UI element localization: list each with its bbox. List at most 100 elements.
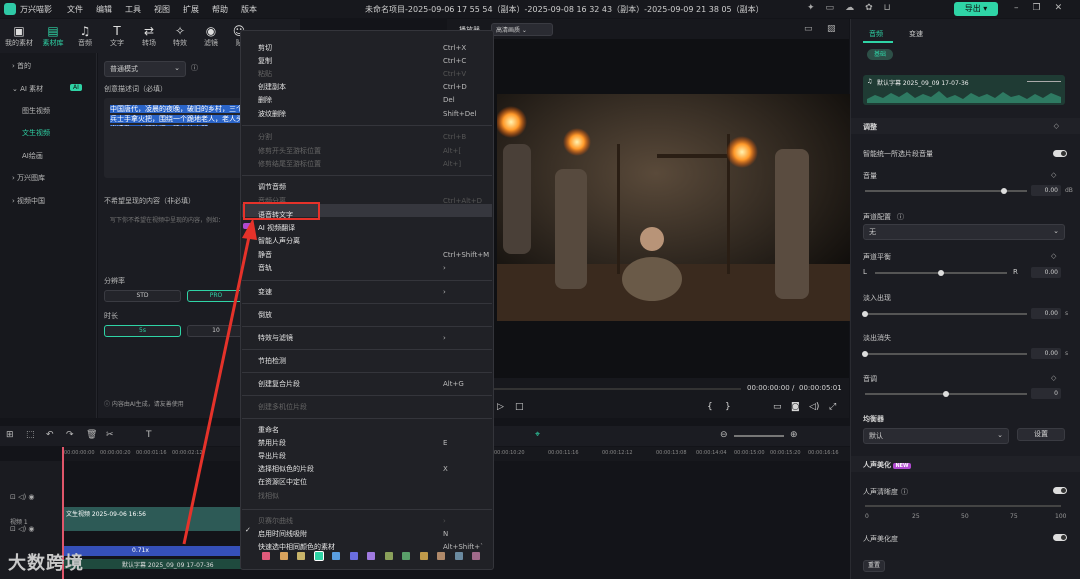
balance-value[interactable]: 0.00 xyxy=(1031,267,1061,278)
volume-value[interactable]: 0.00 xyxy=(1031,185,1061,196)
screenshot-icon[interactable]: ▭ xyxy=(804,24,813,34)
eq-select[interactable]: 默认 ⌄ xyxy=(863,428,1009,444)
undo-icon[interactable]: ↶ xyxy=(46,430,54,440)
menu-tools[interactable]: 工具 xyxy=(125,4,141,15)
color-swatch[interactable] xyxy=(454,552,463,560)
reset-button[interactable]: 重置 xyxy=(863,560,885,572)
quality-select[interactable]: 高清画质 ⌄ xyxy=(491,23,553,36)
eq-settings-button[interactable]: 设置 xyxy=(1017,428,1065,441)
track-lock-icon[interactable]: ⊡ ◁) ◉ xyxy=(10,525,35,533)
grid-icon[interactable]: ⊞ xyxy=(6,430,14,440)
keyframe-icon[interactable]: ◇ xyxy=(1051,252,1056,260)
tab-my-media[interactable]: ▣ 我的素材 xyxy=(4,24,34,48)
voice-clarity-slider[interactable] xyxy=(865,505,1061,507)
volume-slider[interactable] xyxy=(865,188,1027,194)
color-swatch[interactable] xyxy=(279,552,288,560)
menu-item[interactable]: 禁用片段 E xyxy=(258,437,490,449)
menu-item[interactable]: 智能人声分离 xyxy=(258,235,490,247)
menu-item[interactable]: 特效与滤镜 › xyxy=(258,332,490,344)
menu-item[interactable]: 倒放 xyxy=(258,309,490,321)
menu-item[interactable]: 创建副本 Ctrl+D xyxy=(258,81,490,93)
menu-item[interactable]: 节拍检测 xyxy=(258,355,490,367)
tab-effects[interactable]: ✧ 特效 xyxy=(165,24,195,48)
maximize-icon[interactable]: ❐ xyxy=(1033,3,1041,13)
basic-pill[interactable]: 基础 xyxy=(867,49,893,60)
menu-item[interactable]: AI 视频翻译 xyxy=(258,222,490,234)
sidebar-item-stock[interactable]: › 万兴图库 xyxy=(12,173,45,183)
color-swatch[interactable] xyxy=(437,552,445,560)
zoom-in-icon[interactable]: ⊕ xyxy=(790,430,798,440)
menu-item[interactable]: 在资源区中定位 xyxy=(258,476,490,488)
menu-item[interactable]: 重命名 xyxy=(258,424,490,436)
help-icon[interactable]: ⓘ xyxy=(191,63,198,73)
zoom-out-icon[interactable]: ⊖ xyxy=(720,430,728,440)
minimize-icon[interactable]: – xyxy=(1014,3,1019,13)
sidebar-item-ai-paint[interactable]: AI绘画 xyxy=(22,151,43,161)
delete-icon[interactable]: 🗑 xyxy=(86,430,97,440)
subtitle-audio-clip[interactable]: 默认字幕 2025_09_09 17-07-36 xyxy=(62,559,247,569)
mode-select[interactable]: 普通模式 ⌄ xyxy=(104,61,186,77)
cloud-icon[interactable]: ☁ xyxy=(845,3,854,13)
tab-audio[interactable]: ♫ 音频 xyxy=(70,24,100,48)
tab-transition[interactable]: ⇄ 转场 xyxy=(134,24,164,48)
fade-in-value[interactable]: 0.00 xyxy=(1031,308,1061,319)
menu-item[interactable]: 启用时间线吸附 N xyxy=(258,528,490,540)
export-button[interactable]: 导出 ▾ xyxy=(954,2,998,16)
tab-library[interactable]: ▤ 素材库 xyxy=(38,24,68,48)
menu-item[interactable]: 复制 Ctrl+C xyxy=(258,55,490,67)
stop-icon[interactable]: □ xyxy=(515,402,524,412)
tab-audio-props[interactable]: 音频 xyxy=(869,29,883,39)
keyframe-icon[interactable]: ◇ xyxy=(1054,122,1059,130)
resolution-pro[interactable]: PRO xyxy=(187,290,245,302)
color-swatch[interactable] xyxy=(472,552,480,560)
sidebar-item-china[interactable]: › 视频中国 xyxy=(12,196,45,206)
close-icon[interactable]: ✕ xyxy=(1055,3,1063,13)
menu-help[interactable]: 帮助 xyxy=(212,4,228,15)
menu-version[interactable]: 版本 xyxy=(241,4,257,15)
help-icon[interactable]: ⓘ xyxy=(901,487,908,497)
color-swatch[interactable] xyxy=(332,552,340,560)
color-swatch[interactable] xyxy=(349,552,358,560)
exclude-input[interactable]: 写下你不希望在视频中呈现的内容，例如： xyxy=(110,215,242,224)
play-icon[interactable]: ▷ xyxy=(497,402,504,412)
sidebar-item-text2video[interactable]: 文生视频 xyxy=(22,128,50,138)
menu-item[interactable]: 创建复合片段 Alt+G xyxy=(258,378,490,390)
select-icon[interactable]: ⬚ xyxy=(26,430,35,440)
color-swatch[interactable] xyxy=(402,552,410,560)
pitch-value[interactable]: 0 xyxy=(1031,388,1061,399)
balance-slider[interactable] xyxy=(875,270,1007,276)
menu-item[interactable]: 变速 › xyxy=(258,286,490,298)
smart-volume-toggle[interactable] xyxy=(1053,150,1067,157)
menu-item[interactable]: 调节音频 xyxy=(258,181,490,193)
progress-bar[interactable] xyxy=(451,388,741,390)
sidebar-item-ai[interactable]: ⌄ AI 素材 xyxy=(12,84,43,94)
display-icon[interactable]: ▭ xyxy=(773,402,782,412)
mark-out-icon[interactable]: } xyxy=(725,402,731,412)
mark-in-icon[interactable]: { xyxy=(707,402,713,412)
menu-extend[interactable]: 扩展 xyxy=(183,4,199,15)
pitch-knob[interactable] xyxy=(943,391,949,397)
resolution-std[interactable]: STD xyxy=(104,290,181,302)
menu-edit[interactable]: 编辑 xyxy=(96,4,112,15)
volume-knob[interactable] xyxy=(1001,188,1008,194)
menu-view[interactable]: 视图 xyxy=(154,4,170,15)
cut-icon[interactable]: ✂ xyxy=(106,430,114,440)
menu-item[interactable]: 导出片段 xyxy=(258,450,490,462)
menu-item[interactable]: 波纹删除 Shift+Del xyxy=(258,108,490,120)
fade-out-knob[interactable] xyxy=(862,351,868,357)
menu-item[interactable]: 选择相似色的片段 X xyxy=(258,463,490,475)
ai-icon[interactable]: ✦ xyxy=(807,3,815,13)
color-swatch[interactable] xyxy=(384,552,393,560)
sidebar-item-home[interactable]: › 首的 xyxy=(12,61,31,71)
clip-volume-slider[interactable] xyxy=(1027,81,1061,82)
redo-icon[interactable]: ↷ xyxy=(66,430,74,440)
snap-icon[interactable]: ⌖ xyxy=(535,430,540,440)
cart-icon[interactable]: ⊔ xyxy=(884,3,891,13)
voice-clarity-toggle[interactable] xyxy=(1053,487,1067,494)
duration-5s[interactable]: 5s xyxy=(104,325,181,337)
color-swatch[interactable] xyxy=(419,552,428,560)
fade-out-slider[interactable] xyxy=(862,351,1027,357)
monitor-icon[interactable]: ▭ xyxy=(826,3,835,13)
menu-file[interactable]: 文件 xyxy=(67,4,83,15)
image-icon[interactable]: ▨ xyxy=(827,24,836,34)
